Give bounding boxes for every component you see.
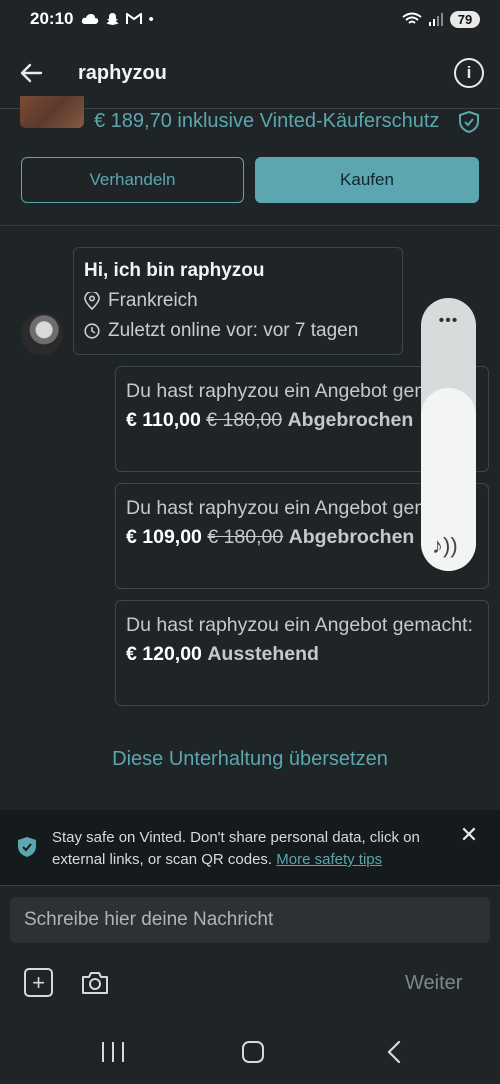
buy-button[interactable]: Kaufen bbox=[255, 157, 479, 203]
offer-message: Du hast raphyzou ein Angebot gemacht: € … bbox=[115, 600, 489, 706]
snapchat-icon bbox=[106, 12, 120, 25]
safety-text: Stay safe on Vinted. Don't share persona… bbox=[52, 827, 447, 871]
profile-location-row: Frankreich bbox=[84, 290, 392, 312]
close-banner-button[interactable]: ✕ bbox=[458, 824, 480, 846]
battery-indicator: 79 bbox=[450, 10, 480, 28]
item-price-with-protection[interactable]: € 189,70 inklusive Vinted-Käuferschutz bbox=[94, 110, 454, 133]
item-thumbnail[interactable] bbox=[20, 96, 84, 128]
dot-icon: • bbox=[148, 10, 154, 28]
wifi-icon bbox=[402, 12, 422, 24]
home-button[interactable] bbox=[242, 1041, 264, 1063]
offer-status: Abgebrochen bbox=[287, 409, 414, 431]
volume-more-icon[interactable]: ••• bbox=[421, 312, 476, 330]
negotiate-button[interactable]: Verhandeln bbox=[21, 157, 244, 203]
system-back-button[interactable] bbox=[384, 1040, 404, 1064]
status-bar: 20:10 • 79 bbox=[0, 0, 500, 38]
profile-greeting: Hi, ich bin raphyzou bbox=[84, 260, 265, 281]
status-notification-icons: • bbox=[81, 10, 154, 28]
message-input[interactable]: Schreibe hier deine Nachricht bbox=[10, 897, 490, 943]
info-button[interactable]: i bbox=[454, 58, 484, 88]
listing-divider bbox=[0, 225, 500, 226]
camera-icon[interactable] bbox=[80, 969, 110, 997]
info-icon: i bbox=[466, 63, 472, 82]
page-title[interactable]: raphyzou bbox=[78, 62, 167, 85]
safety-tips-link[interactable]: More safety tips bbox=[276, 851, 382, 868]
offer-amount: € 110,00 bbox=[126, 409, 201, 431]
cloud-icon bbox=[82, 14, 99, 24]
safety-banner: Stay safe on Vinted. Don't share persona… bbox=[0, 810, 500, 886]
offer-price-line: € 120,00 Ausstehend bbox=[126, 640, 478, 669]
offer-text: Du hast raphyzou ein Angebot gemacht: bbox=[126, 614, 473, 636]
translate-conversation-link[interactable]: Diese Unterhaltung übersetzen bbox=[0, 748, 500, 771]
recent-apps-button[interactable] bbox=[102, 1042, 124, 1062]
send-button[interactable]: Weiter bbox=[405, 972, 462, 995]
status-time: 20:10 bbox=[30, 9, 74, 28]
signal-icon bbox=[429, 13, 443, 26]
seller-profile-card[interactable]: Hi, ich bin raphyzou Frankreich Zuletzt … bbox=[73, 247, 403, 355]
volume-slider[interactable]: ••• ♪)) bbox=[421, 298, 476, 571]
avatar[interactable] bbox=[21, 313, 63, 355]
shield-check-icon bbox=[18, 837, 36, 857]
arrow-left-icon bbox=[20, 63, 43, 83]
profile-last-online-row: Zuletzt online vor: vor 7 tagen bbox=[84, 320, 392, 342]
back-button[interactable] bbox=[16, 58, 46, 88]
location-pin-icon bbox=[84, 292, 100, 310]
offer-status: Ausstehend bbox=[207, 643, 319, 665]
clock-icon bbox=[84, 323, 100, 339]
offer-original-price: € 180,00 bbox=[206, 409, 283, 431]
profile-last-online: Zuletzt online vor: vor 7 tagen bbox=[108, 320, 359, 341]
system-navigation-bar bbox=[0, 1026, 500, 1084]
close-icon: ✕ bbox=[459, 822, 479, 847]
offer-amount: € 120,00 bbox=[126, 643, 202, 665]
plus-icon: + bbox=[32, 969, 45, 995]
offer-status: Abgebrochen bbox=[288, 526, 415, 548]
add-attachment-button[interactable]: + bbox=[24, 968, 53, 997]
offer-original-price: € 180,00 bbox=[207, 526, 284, 548]
profile-location: Frankreich bbox=[108, 290, 198, 311]
music-volume-icon: ♪)) bbox=[432, 533, 458, 558]
composer-toolbar: + Weiter bbox=[0, 960, 500, 1006]
gmail-icon bbox=[126, 13, 143, 24]
offer-amount: € 109,00 bbox=[126, 526, 202, 548]
buyer-protection-shield-icon[interactable] bbox=[458, 110, 480, 134]
